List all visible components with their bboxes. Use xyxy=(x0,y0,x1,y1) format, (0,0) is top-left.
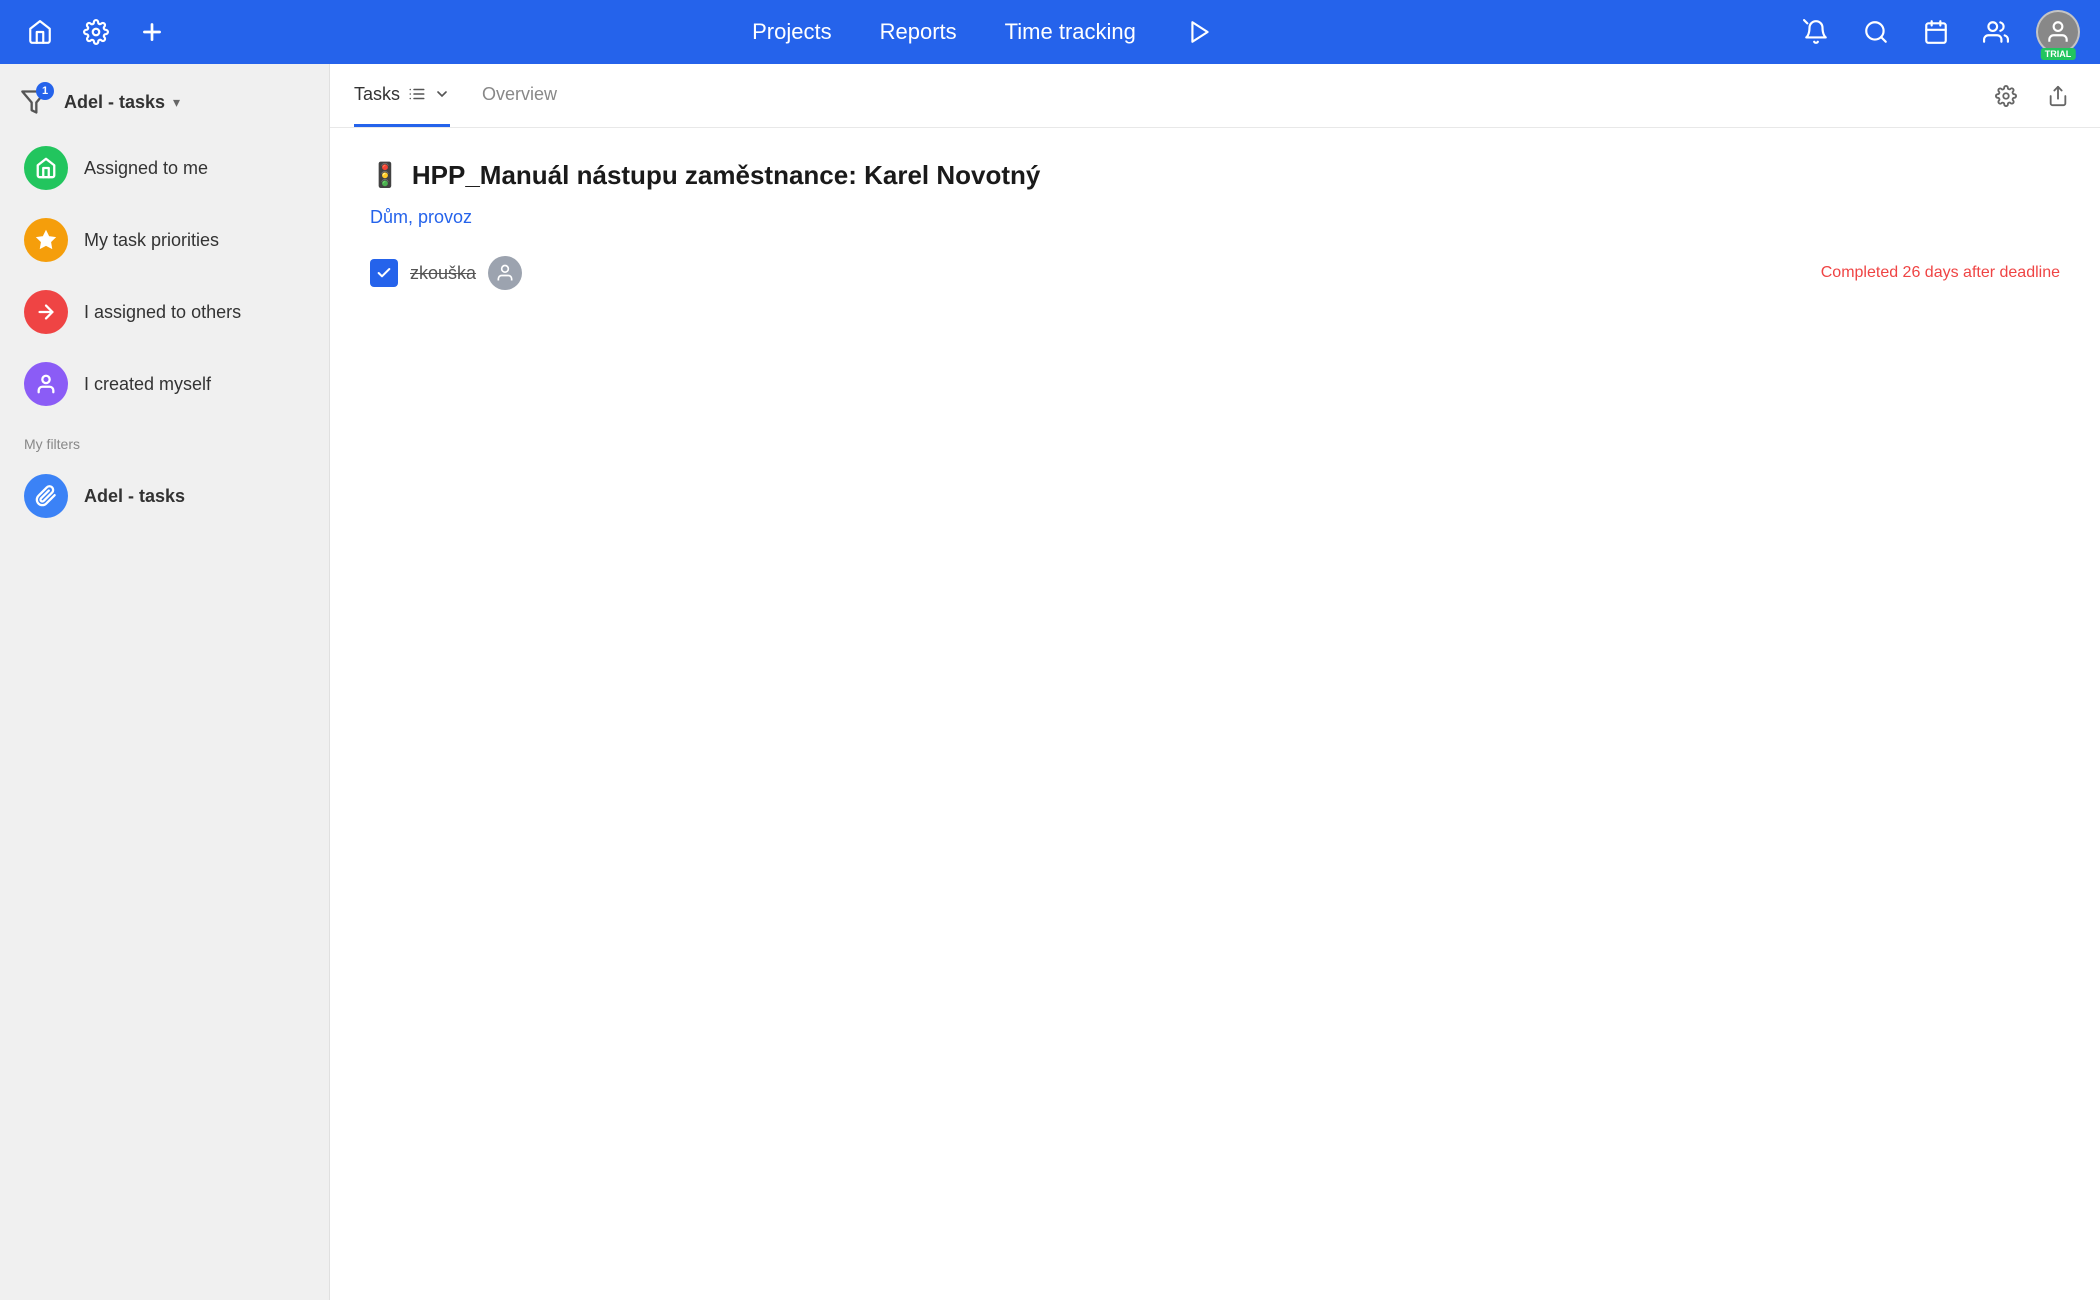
tabs-row: Tasks Overview xyxy=(354,64,557,127)
timetracking-nav[interactable]: Time tracking xyxy=(1001,11,1140,53)
task-assignee-avatar xyxy=(488,256,522,290)
sidebar-item-assigned-to-me[interactable]: Assigned to me xyxy=(0,132,329,204)
tasks-chevron-icon xyxy=(434,86,450,102)
add-icon[interactable] xyxy=(132,12,172,52)
sidebar: 1 Adel - tasks ▾ Assigned to me xyxy=(0,64,330,1300)
home-icon[interactable] xyxy=(20,12,60,52)
share-header-icon[interactable] xyxy=(2040,78,2076,114)
tab-tasks-label: Tasks xyxy=(354,84,400,105)
content-header-right xyxy=(1988,78,2076,114)
task-title-row: 🚦 HPP_Manuál nástupu zaměstnance: Karel … xyxy=(370,160,2060,191)
settings-header-icon[interactable] xyxy=(1988,78,2024,114)
reports-nav[interactable]: Reports xyxy=(876,11,961,53)
sidebar-item-adel-tasks-filter[interactable]: Adel - tasks xyxy=(0,460,329,532)
main-layout: 1 Adel - tasks ▾ Assigned to me xyxy=(0,64,2100,1300)
task-name: zkouška xyxy=(410,263,476,284)
sidebar-header: 1 Adel - tasks ▾ xyxy=(0,80,329,132)
tab-overview-label: Overview xyxy=(482,84,557,105)
tab-overview[interactable]: Overview xyxy=(482,64,557,127)
my-filters-label: My filters xyxy=(0,420,329,460)
sidebar-title-wrap: Adel - tasks ▾ xyxy=(48,92,309,113)
task-row: zkouška Completed 26 days after deadline xyxy=(370,244,2060,302)
chevron-down-icon[interactable]: ▾ xyxy=(173,94,180,111)
sidebar-item-i-created-myself[interactable]: I created myself xyxy=(0,348,329,420)
i-created-myself-icon xyxy=(24,362,68,406)
sidebar-item-label: I assigned to others xyxy=(84,302,241,323)
play-icon[interactable] xyxy=(1180,12,1220,52)
task-content: 🚦 HPP_Manuál nástupu zaměstnance: Karel … xyxy=(330,128,2100,1300)
task-checkbox[interactable] xyxy=(370,259,398,287)
task-status: Completed 26 days after deadline xyxy=(1821,264,2060,282)
assigned-to-me-icon xyxy=(24,146,68,190)
notifications-icon[interactable] xyxy=(1796,12,1836,52)
filter-count-badge: 1 xyxy=(36,82,54,100)
trial-badge: TRIAL xyxy=(2041,48,2076,60)
calendar-icon[interactable] xyxy=(1916,12,1956,52)
projects-nav[interactable]: Projects xyxy=(748,11,835,53)
adel-tasks-filter-icon xyxy=(24,474,68,518)
topnav-left xyxy=(20,12,172,52)
sidebar-item-label: My task priorities xyxy=(84,230,219,251)
project-link[interactable]: Dům, provoz xyxy=(370,207,2060,228)
tab-tasks[interactable]: Tasks xyxy=(354,64,450,127)
sidebar-title: Adel - tasks xyxy=(64,92,165,113)
sidebar-item-i-assigned-to-others[interactable]: I assigned to others xyxy=(0,276,329,348)
sidebar-item-label: Assigned to me xyxy=(84,158,208,179)
people-icon[interactable] xyxy=(1976,12,2016,52)
stoplight-icon: 🚦 xyxy=(370,161,400,190)
topnav-center: Projects Reports Time tracking xyxy=(748,11,1220,53)
content-area: Tasks Overview xyxy=(330,64,2100,1300)
content-header: Tasks Overview xyxy=(330,64,2100,128)
sidebar-item-label: I created myself xyxy=(84,374,211,395)
my-task-priorities-icon xyxy=(24,218,68,262)
sidebar-item-label: Adel - tasks xyxy=(84,486,185,507)
topnav-right: TRIAL xyxy=(1796,10,2080,54)
search-icon[interactable] xyxy=(1856,12,1896,52)
i-assigned-to-others-icon xyxy=(24,290,68,334)
sidebar-item-my-task-priorities[interactable]: My task priorities xyxy=(0,204,329,276)
filter-badge-wrap[interactable]: 1 xyxy=(20,88,48,116)
tasks-filter-icon xyxy=(408,85,426,103)
task-title: HPP_Manuál nástupu zaměstnance: Karel No… xyxy=(412,160,1040,191)
task-row-left: zkouška xyxy=(370,256,522,290)
settings-icon[interactable] xyxy=(76,12,116,52)
topnav: Projects Reports Time tracking xyxy=(0,0,2100,64)
user-avatar-wrapper[interactable]: TRIAL xyxy=(2036,10,2080,54)
